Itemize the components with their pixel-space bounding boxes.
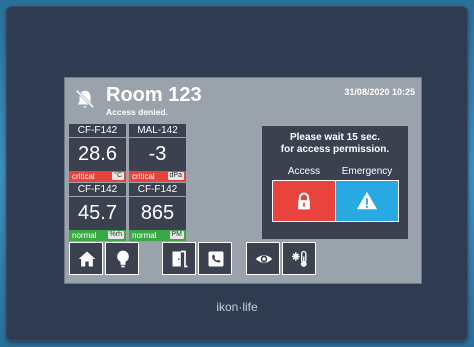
touch-screen: Room 123 Access denied. 31/08/2020 10:25… <box>64 77 422 284</box>
warning-icon <box>356 191 378 210</box>
sensor-status: critical dPa <box>129 171 186 182</box>
sensor-status: normal PM <box>129 230 186 241</box>
emergency-label: Emergency <box>335 165 399 178</box>
climate-button[interactable] <box>282 242 316 275</box>
sensor-value: 45.7 <box>69 196 126 230</box>
eye-icon <box>255 255 273 263</box>
emergency-button[interactable] <box>335 180 399 222</box>
access-label: Access <box>272 165 336 178</box>
sensor-tile[interactable]: CF-F142 865 normal PM <box>129 183 186 241</box>
unit-badge: %rh <box>107 231 124 239</box>
access-status: Access denied. <box>106 107 168 117</box>
home-button[interactable] <box>69 242 103 275</box>
unit-badge: °C <box>112 172 124 180</box>
status-text: normal <box>72 231 97 240</box>
door-icon <box>172 250 188 268</box>
wait-message-line1: Please wait 15 sec. <box>289 132 381 143</box>
brand-left: ikon <box>216 300 239 314</box>
home-icon <box>78 251 96 267</box>
status-text: critical <box>132 172 155 181</box>
unit-badge: dPa <box>167 172 184 180</box>
lock-icon <box>298 192 310 210</box>
brand-logo: ikon·life <box>0 300 474 314</box>
wait-message-line2: for access permission. <box>280 144 390 155</box>
unit-badge: PM <box>169 231 184 239</box>
sensor-name: CF-F142 <box>129 183 186 196</box>
door-button[interactable] <box>162 242 196 275</box>
status-text: critical <box>72 172 95 181</box>
sensor-status: normal %rh <box>69 230 126 241</box>
sensor-name: CF-F142 <box>69 183 126 196</box>
lightbulb-icon <box>117 250 129 268</box>
sensor-value: -3 <box>129 137 186 171</box>
sensor-status: critical °C <box>69 171 126 182</box>
sensor-tile[interactable]: CF-F142 28.6 critical °C <box>69 124 126 182</box>
access-button[interactable] <box>272 180 336 222</box>
phone-icon <box>208 251 224 267</box>
sensor-tile[interactable]: MAL-142 -3 critical dPa <box>129 124 186 182</box>
sensor-tile[interactable]: CF-F142 45.7 normal %rh <box>69 183 126 241</box>
brand-right: life <box>242 300 258 314</box>
sensor-name: MAL-142 <box>129 124 186 137</box>
view-button[interactable] <box>246 242 280 275</box>
snow-thermometer-icon <box>292 250 307 267</box>
wait-message: Please wait 15 sec. for access permissio… <box>262 132 408 156</box>
muted-bell-icon <box>75 89 95 109</box>
sensor-value: 865 <box>129 196 186 230</box>
room-title: Room 123 <box>106 84 202 106</box>
status-text: normal <box>132 231 157 240</box>
access-panel: Please wait 15 sec. for access permissio… <box>262 126 408 239</box>
sensor-name: CF-F142 <box>69 124 126 137</box>
sensor-value: 28.6 <box>69 137 126 171</box>
light-button[interactable] <box>105 242 139 275</box>
datetime: 31/08/2020 10:25 <box>344 87 415 97</box>
phone-button[interactable] <box>198 242 232 275</box>
